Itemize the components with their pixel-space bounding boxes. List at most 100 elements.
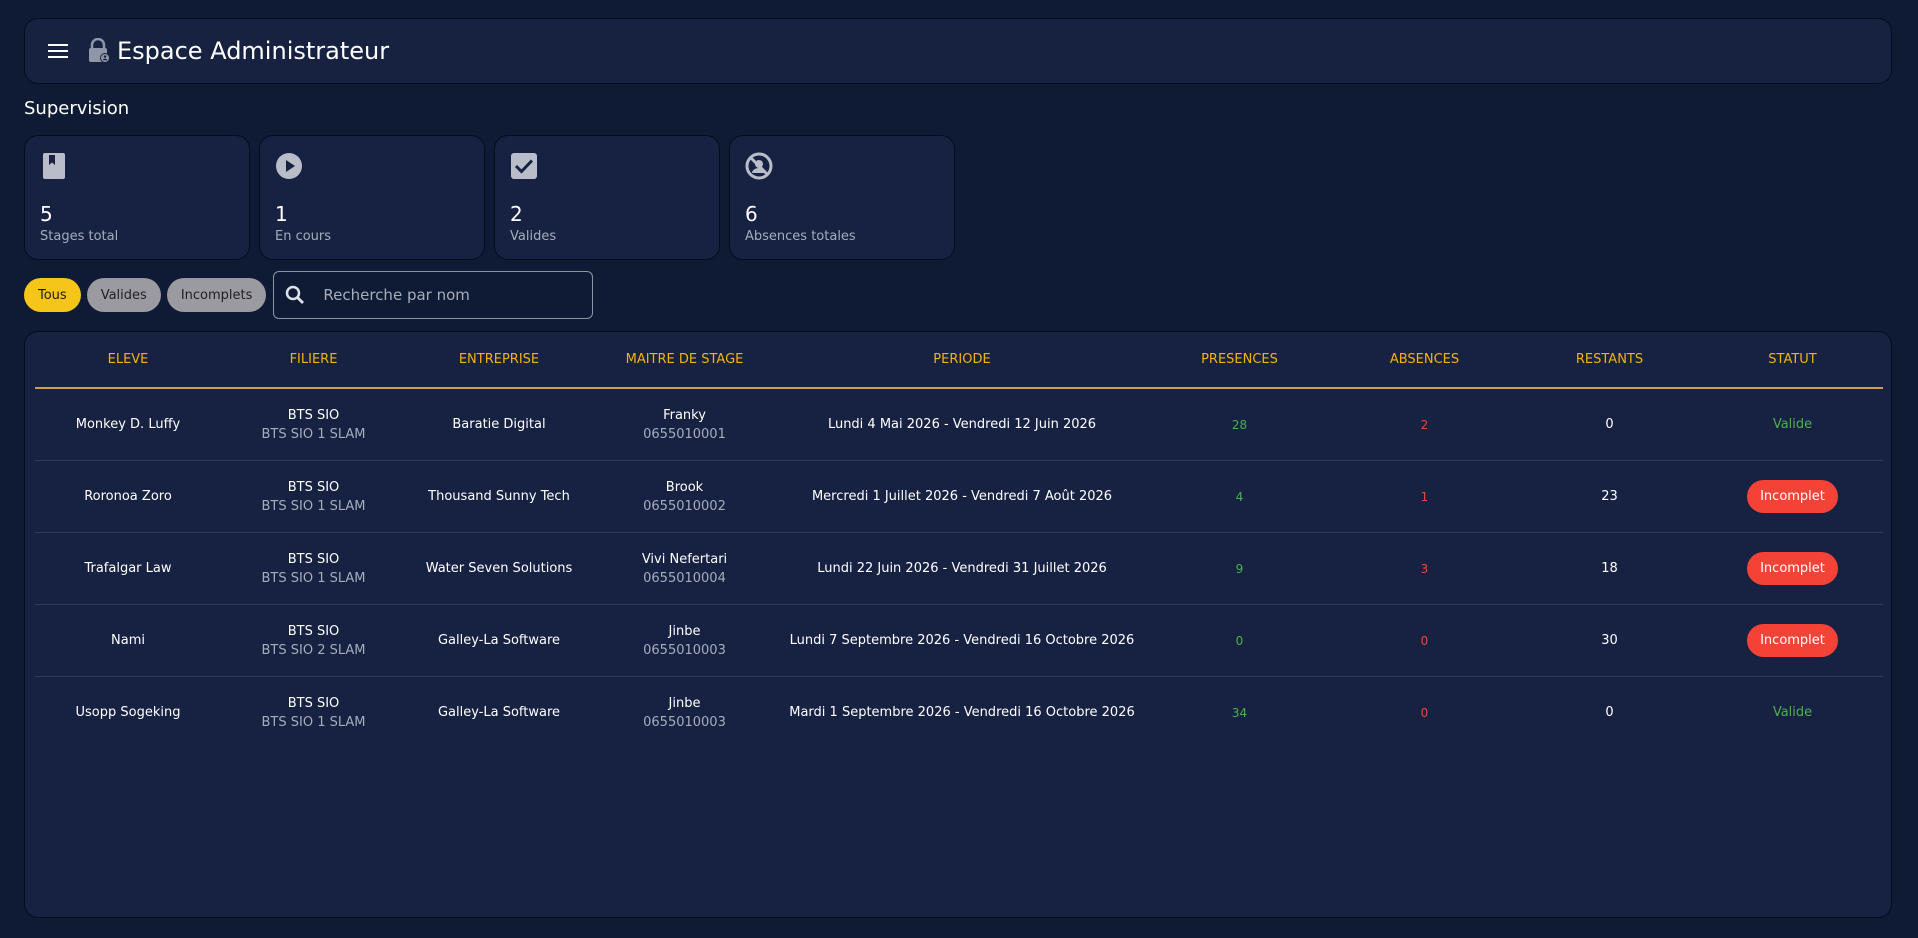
filter-bar: Tous Valides Incomplets <box>24 271 594 319</box>
table-row[interactable]: Usopp Sogeking BTS SIO BTS SIO 1 SLAM Gal… <box>35 677 1883 749</box>
column-header-absences[interactable]: ABSENCES <box>1332 332 1517 389</box>
cell-restants: 0 <box>1605 705 1614 720</box>
maitre-name: Brook <box>665 479 704 495</box>
stat-card-absences: 6 Absences totales <box>729 135 955 260</box>
maitre-phone: 0655010001 <box>643 426 726 442</box>
cell-periode: Mardi 1 Septembre 2026 - Vendredi 16 Oct… <box>789 705 1135 720</box>
cell-periode: Lundi 4 Mai 2026 - Vendredi 12 Juin 2026 <box>777 388 1147 461</box>
stat-value: 5 <box>40 202 53 226</box>
cell-statut: Incomplet <box>1702 460 1883 533</box>
cell-presences: 28 <box>1147 388 1332 461</box>
cell-filiere: BTS SIO BTS SIO 1 SLAM <box>221 677 406 749</box>
column-header-restants[interactable]: RESTANTS <box>1517 332 1702 389</box>
stat-card-valides: 2 Valides <box>494 135 720 260</box>
cell-entreprise: Galley-La Software <box>406 604 592 677</box>
cell-entreprise: Water Seven Solutions <box>406 532 592 605</box>
app-title: Espace Administrateur <box>117 37 390 65</box>
app-bar: Espace Administrateur <box>24 18 1892 84</box>
maitre-name: Jinbe <box>668 623 701 639</box>
cell-eleve: Trafalgar Law <box>35 532 221 605</box>
column-header-entreprise[interactable]: ENTREPRISE <box>406 332 592 389</box>
cell-filiere: BTS SIO BTS SIO 1 SLAM <box>221 532 406 605</box>
stat-card-stages-total: 5 Stages total <box>24 135 250 260</box>
cell-periode: Mercredi 1 Juillet 2026 - Vendredi 7 Aoû… <box>777 460 1147 533</box>
cell-presences: 9 <box>1147 532 1332 605</box>
cell-restants: 23 <box>1517 460 1702 533</box>
filiere-name: BTS SIO <box>287 551 340 567</box>
maitre-name: Vivi Nefertari <box>641 551 728 567</box>
status-badge: Incomplet <box>1747 480 1838 513</box>
cell-statut: Incomplet <box>1702 604 1883 677</box>
cell-entreprise: Galley-La Software <box>437 705 561 720</box>
stat-card-en-cours: 1 En cours <box>259 135 485 260</box>
column-header-statut[interactable]: STATUT <box>1702 332 1883 389</box>
status-text: Valide <box>1702 388 1883 461</box>
stat-value: 1 <box>275 202 288 226</box>
cell-eleve: Usopp Sogeking <box>75 705 181 720</box>
cell-statut: Incomplet <box>1702 532 1883 605</box>
cell-presences: 4 <box>1147 460 1332 533</box>
stages-table-card: ELEVE FILIERE ENTREPRISE MAITRE DE STAGE… <box>24 331 1892 918</box>
cell-eleve: Monkey D. Luffy <box>35 388 221 461</box>
search-icon <box>286 285 305 304</box>
column-header-presences[interactable]: PRESENCES <box>1147 332 1332 389</box>
filter-chip-tous[interactable]: Tous <box>24 278 81 312</box>
cell-absences: 0 <box>1420 705 1429 720</box>
search-input[interactable] <box>321 285 566 305</box>
status-badge: Incomplet <box>1747 624 1838 657</box>
filiere-name: BTS SIO <box>287 407 340 423</box>
maitre-phone: 0655010002 <box>643 498 726 514</box>
status-badge: Incomplet <box>1747 552 1838 585</box>
checkbox-icon <box>511 153 537 179</box>
filter-chip-valides[interactable]: Valides <box>86 278 161 312</box>
filiere-name: BTS SIO <box>287 695 340 711</box>
menu-button[interactable] <box>41 34 75 68</box>
table-row[interactable]: Roronoa Zoro BTS SIO BTS SIO 1 SLAM Thous… <box>35 460 1883 533</box>
stat-value: 2 <box>510 202 523 226</box>
cell-restants: 0 <box>1517 388 1702 461</box>
section-title: Supervision <box>24 98 130 119</box>
cell-presences: 0 <box>1147 604 1332 677</box>
filter-chip-incomplets[interactable]: Incomplets <box>166 278 267 312</box>
column-header-maitre-de-stage[interactable]: MAITRE DE STAGE <box>592 332 777 389</box>
search-field[interactable] <box>273 271 594 319</box>
play-circle-icon <box>276 153 302 179</box>
cell-periode: Lundi 7 Septembre 2026 - Vendredi 16 Oct… <box>777 604 1147 677</box>
stat-label: Valides <box>510 229 557 244</box>
filiere-class: BTS SIO 2 SLAM <box>261 642 366 658</box>
status-text: Valide <box>1772 705 1813 720</box>
stages-table: ELEVE FILIERE ENTREPRISE MAITRE DE STAGE… <box>35 332 1883 748</box>
stat-label: En cours <box>275 229 332 244</box>
column-header-filiere[interactable]: FILIERE <box>221 332 406 389</box>
stat-cards: 5 Stages total 1 En cours 2 Valides 6 Ab… <box>24 135 955 260</box>
cell-maitre-de-stage: Brook 0655010002 <box>592 460 777 533</box>
cell-maitre-de-stage: Jinbe 0655010003 <box>592 677 777 749</box>
table-row[interactable]: Trafalgar Law BTS SIO BTS SIO 1 SLAM Wate… <box>35 532 1883 605</box>
stat-label: Absences totales <box>745 229 856 244</box>
table-row[interactable]: Nami BTS SIO BTS SIO 2 SLAM Galley-La Sof… <box>35 604 1883 677</box>
filiere-name: BTS SIO <box>287 479 340 495</box>
column-header-periode[interactable]: PERIODE <box>777 332 1147 389</box>
cell-maitre-de-stage: Vivi Nefertari 0655010004 <box>592 532 777 605</box>
column-header-eleve[interactable]: ELEVE <box>35 332 221 389</box>
maitre-phone: 0655010003 <box>643 714 726 730</box>
maitre-phone: 0655010004 <box>643 570 726 586</box>
cell-filiere: BTS SIO BTS SIO 1 SLAM <box>221 388 406 461</box>
cell-eleve: Nami <box>35 604 221 677</box>
filiere-class: BTS SIO 1 SLAM <box>261 714 366 730</box>
admin-lock-icon <box>87 38 111 64</box>
cell-periode: Lundi 22 Juin 2026 - Vendredi 31 Juillet… <box>777 532 1147 605</box>
cell-absences: 1 <box>1332 460 1517 533</box>
table-row[interactable]: Monkey D. Luffy BTS SIO BTS SIO 1 SLAM Ba… <box>35 388 1883 461</box>
table-header-row: ELEVE FILIERE ENTREPRISE MAITRE DE STAGE… <box>35 332 1883 389</box>
cell-restants: 18 <box>1517 532 1702 605</box>
cell-filiere: BTS SIO BTS SIO 2 SLAM <box>221 604 406 677</box>
stat-label: Stages total <box>40 229 119 244</box>
menu-icon <box>48 44 68 58</box>
cell-presences: 34 <box>1231 705 1248 720</box>
cell-eleve: Roronoa Zoro <box>35 460 221 533</box>
filiere-class: BTS SIO 1 SLAM <box>261 570 366 586</box>
maitre-name: Jinbe <box>668 695 701 711</box>
filiere-class: BTS SIO 1 SLAM <box>261 426 366 442</box>
maitre-name: Franky <box>663 407 706 423</box>
